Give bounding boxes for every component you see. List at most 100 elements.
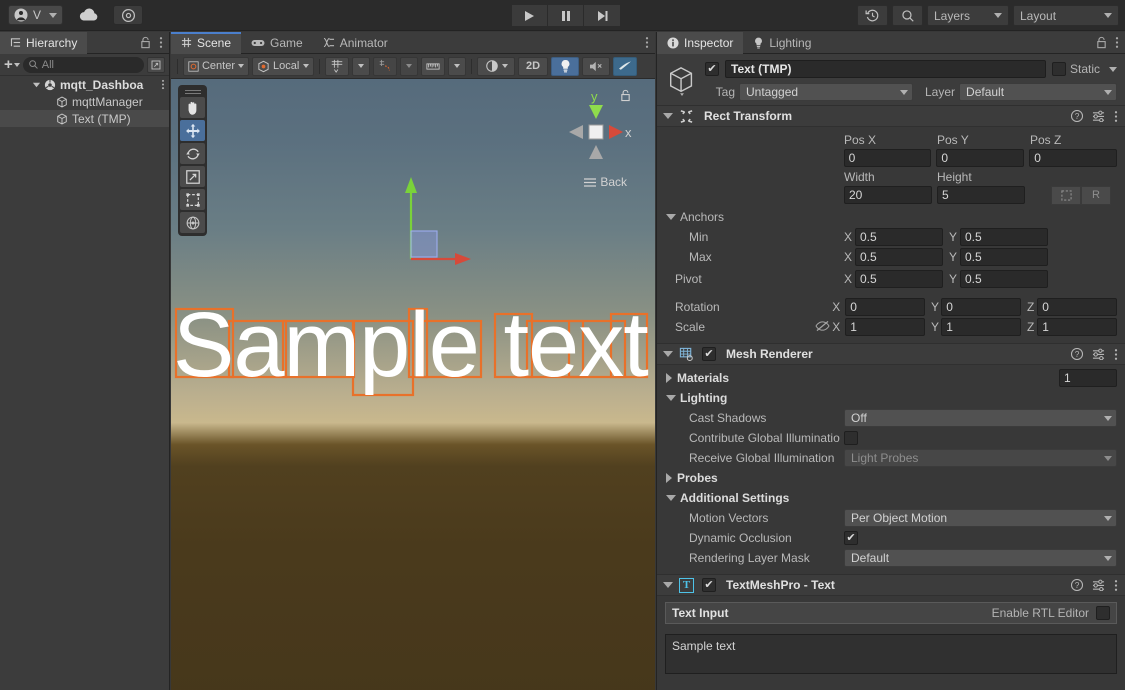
textmeshpro-enabled-checkbox[interactable] [702,578,716,592]
scale-x-input[interactable]: 1 [845,318,925,336]
rendering-layer-mask-dropdown[interactable]: Default [844,549,1117,567]
lock-icon[interactable] [1096,36,1107,49]
gizmo-lock-button[interactable] [620,89,631,105]
layer-dropdown[interactable]: Default [959,83,1117,101]
preset-sliders-icon[interactable] [1092,579,1105,591]
probes-foldout-icon[interactable] [666,473,672,483]
pivot-y-input[interactable]: 0.5 [960,270,1048,288]
cast-shadows-dropdown[interactable]: Off [844,409,1117,427]
kebab-menu-icon[interactable] [161,79,165,90]
kebab-menu-icon[interactable] [1114,579,1118,592]
foldout-triangle-icon[interactable] [663,582,673,588]
vertex-snap-button[interactable] [373,56,397,76]
anchors-foldout-icon[interactable] [666,214,676,220]
kebab-menu-icon[interactable] [159,36,163,49]
scene-lighting-toggle[interactable] [551,56,579,76]
tag-dropdown[interactable]: Untagged [739,83,913,101]
anchor-max-y-input[interactable]: 0.5 [960,248,1048,266]
scale-z-input[interactable]: 1 [1037,318,1117,336]
gameobject-active-checkbox[interactable] [705,62,719,76]
dynamic-occlusion-checkbox[interactable] [844,531,858,545]
grid-snap-options[interactable] [352,56,370,76]
hierarchy-item-mqtt-dashboard[interactable]: mqtt_Dashboa [0,76,169,93]
layers-dropdown[interactable]: Layers [927,5,1009,26]
scale-y-input[interactable]: 1 [941,318,1021,336]
help-icon[interactable]: ? [1071,579,1083,591]
pos-x-input[interactable]: 0 [843,149,932,167]
foldout-triangle-icon[interactable] [663,113,673,119]
gameobject-name-input[interactable]: Text (TMP) [725,60,1046,78]
scene-audio-toggle[interactable] [582,56,610,76]
chevron-down-icon[interactable] [1109,66,1117,72]
vertex-snap-options[interactable] [400,56,418,76]
kebab-menu-icon[interactable] [1114,110,1118,123]
tab-game[interactable]: Game [241,32,313,54]
preset-sliders-icon[interactable] [1092,110,1105,122]
kebab-menu-icon[interactable] [1115,36,1119,49]
materials-count-input[interactable]: 1 [1059,368,1117,387]
tab-hierarchy[interactable]: Hierarchy [0,31,88,54]
transform-tool-button[interactable] [180,212,205,233]
rotation-z-input[interactable]: 0 [1037,298,1117,316]
width-input[interactable]: 20 [844,186,932,204]
settings-button[interactable] [113,5,144,25]
mesh-renderer-header[interactable]: Mesh Renderer ? [657,343,1125,365]
grid-size-options[interactable] [448,56,466,76]
contribute-gi-checkbox[interactable] [844,431,858,445]
materials-foldout-icon[interactable] [666,372,672,383]
gameobject-cube-icon[interactable] [665,64,699,98]
rotation-y-input[interactable]: 0 [941,298,1021,316]
foldout-triangle-icon[interactable] [663,351,673,357]
static-checkbox[interactable] [1051,62,1066,76]
foldout-triangle-icon[interactable] [30,80,42,89]
grid-size-button[interactable] [421,56,445,76]
tab-lighting[interactable]: Lighting [743,32,821,54]
raw-edit-button[interactable]: R [1081,185,1111,205]
constrained-proportions-icon[interactable] [814,320,833,335]
undo-history-button[interactable] [857,5,888,26]
palette-drag-handle[interactable] [184,88,201,95]
rotate-tool-button[interactable] [180,143,205,164]
anchor-min-y-input[interactable]: 0.5 [960,228,1048,246]
scene-fx-toggle[interactable] [613,56,637,76]
move-tool-button[interactable] [180,120,205,141]
lighting-foldout-icon[interactable] [666,395,676,401]
tab-animator[interactable]: Animator [313,32,398,54]
tab-inspector[interactable]: Inspector [657,31,744,54]
motion-vectors-dropdown[interactable]: Per Object Motion [844,509,1117,527]
pause-button[interactable] [548,5,584,26]
hierarchy-expand-button[interactable] [147,56,165,73]
textmeshpro-header[interactable]: T TextMeshPro - Text ? [657,574,1125,596]
draw-mode-dropdown[interactable] [477,56,515,76]
step-button[interactable] [584,5,620,26]
blueprint-mode-button[interactable] [1051,185,1081,205]
help-icon[interactable]: ? [1071,348,1083,360]
pivot-mode-dropdown[interactable]: Center [183,56,249,76]
scale-tool-button[interactable] [180,166,205,187]
grid-snap-button[interactable] [325,56,349,76]
help-icon[interactable]: ? [1071,110,1083,122]
add-object-button[interactable]: + [4,57,20,72]
additional-settings-foldout-icon[interactable] [666,495,676,501]
rect-tool-button[interactable] [180,189,205,210]
rect-transform-header[interactable]: Rect Transform ? [657,105,1125,127]
rotation-x-input[interactable]: 0 [845,298,925,316]
hand-tool-button[interactable] [180,97,205,118]
enable-rtl-checkbox[interactable] [1096,606,1110,620]
pos-z-input[interactable]: 0 [1029,149,1117,167]
hierarchy-item-mqttmanager[interactable]: mqttManager [0,93,169,110]
height-input[interactable]: 5 [937,186,1025,204]
handle-space-dropdown[interactable]: Local [252,56,314,76]
move-gizmo[interactable] [395,169,515,279]
anchor-min-x-input[interactable]: 0.5 [855,228,943,246]
hierarchy-item-text-tmp[interactable]: Text (TMP) [0,110,169,127]
play-button[interactable] [512,5,548,26]
kebab-menu-icon[interactable] [645,36,649,49]
cloud-button[interactable] [69,5,109,25]
tab-scene[interactable]: Scene [171,31,242,54]
mesh-renderer-enabled-checkbox[interactable] [702,347,716,361]
lock-icon[interactable] [140,36,151,49]
layout-dropdown[interactable]: Layout [1013,5,1119,26]
text-content-textarea[interactable]: Sample text [665,634,1117,674]
pos-y-input[interactable]: 0 [936,149,1025,167]
